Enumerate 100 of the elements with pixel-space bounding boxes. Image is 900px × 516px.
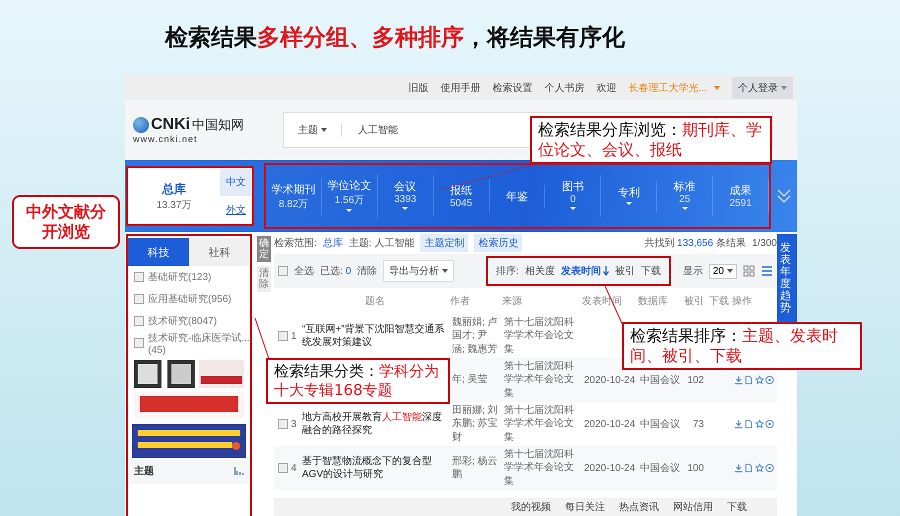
date-cell: 2020-10-24 (584, 374, 636, 386)
checkbox[interactable] (134, 338, 144, 348)
database-tab[interactable]: 会议 3393 (378, 175, 434, 217)
logo-name: 中国知网 (192, 117, 244, 134)
database-tab[interactable]: 学位论文 1.56万 (322, 174, 378, 218)
chart-icon[interactable] (234, 466, 244, 476)
author-cell-text: 年; 吴莹 (452, 373, 489, 387)
footer-link[interactable]: 我的视频 (511, 500, 551, 514)
scope-button[interactable]: 检索历史 (474, 234, 522, 252)
checkbox[interactable] (278, 463, 288, 473)
checkbox[interactable] (134, 316, 144, 326)
trend-tab[interactable]: 发表年度趋势 (777, 234, 797, 323)
side-button[interactable]: 清除 (257, 266, 271, 292)
star-icon[interactable] (754, 375, 764, 385)
checkbox[interactable] (278, 331, 288, 341)
source-cell-text: 第十七届沈阳科学学术年会论文集 (504, 360, 575, 400)
checkbox[interactable] (134, 272, 144, 282)
sort-option[interactable]: 发表时间 (560, 264, 609, 278)
document-icon[interactable] (744, 375, 754, 385)
footer-link[interactable]: 下载 (727, 500, 747, 514)
source-cell-text: 第十七届沈阳科学学术年会论文集 (504, 316, 575, 356)
database-tab[interactable]: 图书 0 (545, 175, 602, 217)
footer-link[interactable]: 热点资讯 (619, 500, 659, 514)
download-icon[interactable] (734, 419, 744, 429)
download-icon[interactable] (734, 463, 744, 473)
database-cell: 中国会议 (640, 375, 680, 386)
scope-button[interactable]: 主题定制 (420, 234, 468, 252)
subject-item[interactable]: 技术研究(8047) (148, 314, 217, 328)
slide-title: 检索结果多样分组、多种排序，将结果有序化 (164, 24, 626, 53)
language-tab[interactable]: 外文 (220, 196, 252, 224)
scope-label: 检索范围: (274, 236, 317, 250)
date-cell: 2020-10-24 (584, 462, 636, 474)
result-title[interactable]: 基于智慧物流概念下的复合型AGV的设计与研究 (302, 454, 448, 482)
footer-link[interactable]: 每日关注 (565, 500, 605, 514)
checkbox[interactable] (134, 294, 144, 304)
source-cell-text: 第十七届沈阳科学学术年会论文集 (504, 448, 575, 488)
login-button[interactable]: 个人登录 (732, 76, 793, 98)
date-cell: 2020-10-24 (584, 418, 636, 430)
checkbox[interactable] (278, 419, 288, 429)
subject-tab[interactable]: 科技 (128, 238, 189, 266)
subject-tab[interactable]: 社科 (189, 238, 250, 266)
result-count: 共找到 133,656 条结果 (644, 236, 746, 250)
sort-label: 排序: (496, 264, 519, 278)
row-number: 1 (291, 330, 297, 342)
result-title[interactable]: “互联网+”背景下沈阳智慧交通系统发展对策建议 (302, 322, 448, 350)
database-cell: 中国会议 (640, 419, 680, 430)
cited-count: 102 (687, 374, 704, 386)
subject-item[interactable]: 应用基础研究(956) (148, 292, 232, 306)
database-tab[interactable]: 报纸 5045 (434, 179, 490, 213)
annotation-tooltip: 检索结果分库浏览：期刊库、学位论文、会议、报纸 (530, 116, 772, 164)
top-link[interactable]: 使用手册 (440, 80, 481, 94)
sort-option[interactable]: 被引 (614, 264, 635, 278)
side-button[interactable]: 确定 (257, 236, 271, 262)
star-icon[interactable] (754, 463, 764, 473)
down-arrow-icon (602, 266, 609, 276)
column-header: 题名 (364, 295, 386, 308)
column-header: 数据库 (638, 294, 669, 308)
result-title[interactable]: 地方高校开展教育人工智能深度融合的路径探究 (302, 410, 448, 438)
database-tab[interactable]: 学术期刊 8.82万 (266, 178, 322, 214)
column-header: 来源 (502, 294, 523, 308)
footer-link[interactable]: 网站信用 (673, 500, 713, 514)
subject-item[interactable]: 技术研究-临床医学试...(45) (148, 330, 250, 356)
database-tab[interactable]: 标准 25 (657, 175, 714, 217)
download-icon[interactable] (734, 375, 744, 385)
page-size-dropdown[interactable]: 20 (708, 264, 737, 278)
scope-link[interactable]: 总库 (322, 236, 343, 250)
selected-count: 已选: 0 (320, 264, 352, 278)
database-tab[interactable]: 年鉴 (490, 184, 546, 208)
database-tab[interactable]: 专利 (601, 180, 658, 212)
sort-option[interactable]: 下载 (640, 264, 661, 278)
sort-option[interactable]: 相关度 (524, 264, 555, 278)
column-header: 作者 (450, 294, 471, 308)
top-link[interactable]: 检索设置 (492, 80, 533, 94)
source-cell-text: 第十七届沈阳科学学术年会论文集 (504, 404, 575, 444)
annotation-tooltip: 检索结果排序：主题、发表时间、被引、下载 (622, 322, 862, 370)
checkbox[interactable] (278, 266, 288, 276)
subject-item[interactable]: 基础研究(123) (148, 270, 212, 284)
star-icon[interactable] (754, 419, 764, 429)
language-tab[interactable]: 中文 (220, 168, 252, 196)
page-size-label: 显示 (682, 265, 703, 278)
cited-count: 73 (692, 418, 704, 430)
top-link[interactable]: 旧版 (408, 80, 429, 94)
export-dropdown[interactable]: 导出与分析 (383, 260, 454, 282)
grid-view-icon[interactable] (743, 265, 755, 277)
column-header: 操作 (732, 295, 753, 308)
database-tab[interactable]: 成果 2591 (713, 179, 770, 213)
author-cell-text: 田丽娜; 刘东鹏; 苏宝财 (452, 404, 499, 444)
column-header: 被引 (683, 294, 705, 308)
total-tab[interactable]: 总库 13.37万 (128, 168, 220, 224)
page-indicator: 1/300 (752, 238, 777, 248)
document-icon[interactable] (744, 419, 754, 429)
clear-link[interactable]: 清除 (357, 264, 378, 278)
row-number: 4 (291, 462, 297, 474)
database-cell: 中国会议 (640, 463, 680, 474)
list-view-icon[interactable] (761, 265, 773, 277)
document-icon[interactable] (744, 463, 754, 473)
expand-icon[interactable] (777, 188, 791, 204)
select-all-label[interactable]: 全选 (294, 264, 314, 278)
annotation-tooltip: 检索结果分类：学科分为十大专辑168专题 (266, 358, 450, 404)
top-link[interactable]: 个人书房 (544, 80, 585, 94)
